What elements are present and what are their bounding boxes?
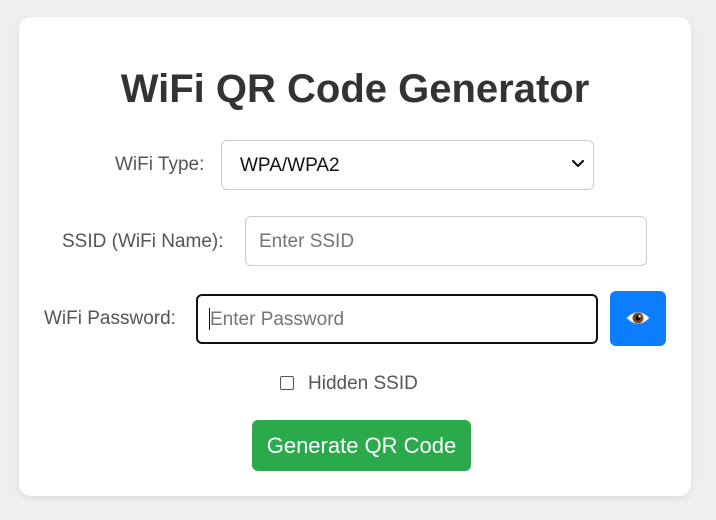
eye-icon	[626, 312, 650, 324]
wifi-type-selected-value: WPA/WPA2	[240, 155, 340, 176]
generate-qr-code-button[interactable]: Generate QR Code	[252, 420, 471, 471]
wifi-type-select[interactable]: WPA/WPA2	[221, 140, 594, 190]
ssid-placeholder: Enter SSID	[259, 231, 355, 252]
toggle-password-visibility-button[interactable]	[610, 291, 666, 346]
wifi-type-label: WiFi Type:	[115, 154, 205, 175]
chevron-down-icon	[571, 159, 585, 168]
password-label: WiFi Password:	[44, 308, 176, 329]
password-placeholder: Enter Password	[210, 309, 345, 330]
password-input[interactable]: Enter Password	[196, 294, 598, 344]
ssid-label: SSID (WiFi Name):	[62, 231, 224, 252]
ssid-input[interactable]: Enter SSID	[245, 216, 647, 266]
page-title: WiFi QR Code Generator	[120, 67, 590, 111]
form-card: WiFi QR Code Generator WiFi Type: WPA/WP…	[19, 17, 691, 496]
hidden-ssid-checkbox[interactable]	[280, 376, 294, 390]
hidden-ssid-label[interactable]: Hidden SSID	[308, 373, 418, 395]
